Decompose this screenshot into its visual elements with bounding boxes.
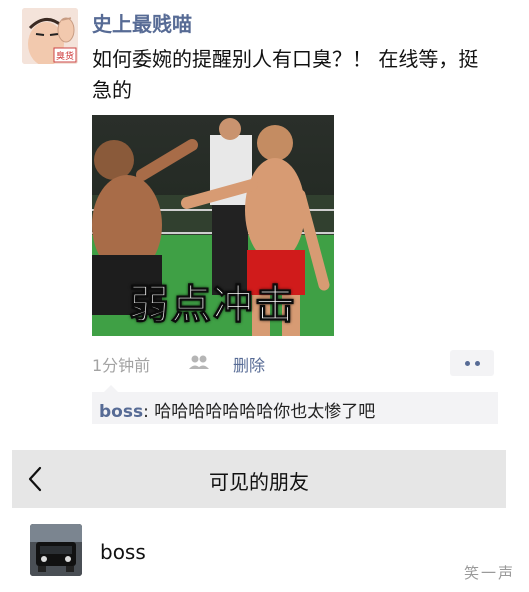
post-text: 如何委婉的提醒别人有口臭？！ 在线等，挺急的 <box>92 47 479 102</box>
author-avatar[interactable]: 臭货 <box>22 8 78 64</box>
friend-list <box>12 508 506 592</box>
friend-name[interactable]: boss <box>100 540 146 564</box>
car-avatar-image <box>30 524 82 576</box>
post-time: 1分钟前 <box>92 356 151 375</box>
visible-friends-title: 可见的朋友 <box>209 470 309 494</box>
people-icon[interactable] <box>188 354 210 370</box>
delete-link[interactable]: 删除 <box>233 352 265 376</box>
more-dots-icon <box>474 360 480 366</box>
watermark: 笑一声 <box>464 564 516 582</box>
post-image[interactable]: 弱点冲击 <box>92 115 334 336</box>
more-dots-icon <box>464 360 470 366</box>
avatar-tag: 臭货 <box>56 52 75 62</box>
comment-text: 哈哈哈哈哈哈哈你也太惨了吧 <box>154 402 376 422</box>
more-button[interactable] <box>450 350 494 376</box>
comment-author[interactable]: boss <box>99 402 143 422</box>
comment-separator: : <box>143 402 155 422</box>
author-name[interactable]: 史上最贱喵 <box>92 8 192 37</box>
comment-row[interactable]: boss: 哈哈哈哈哈哈哈你也太惨了吧 <box>99 397 375 422</box>
comment-pointer <box>104 385 118 392</box>
image-caption: 弱点冲击 <box>129 282 297 329</box>
friend-avatar[interactable] <box>30 524 82 576</box>
